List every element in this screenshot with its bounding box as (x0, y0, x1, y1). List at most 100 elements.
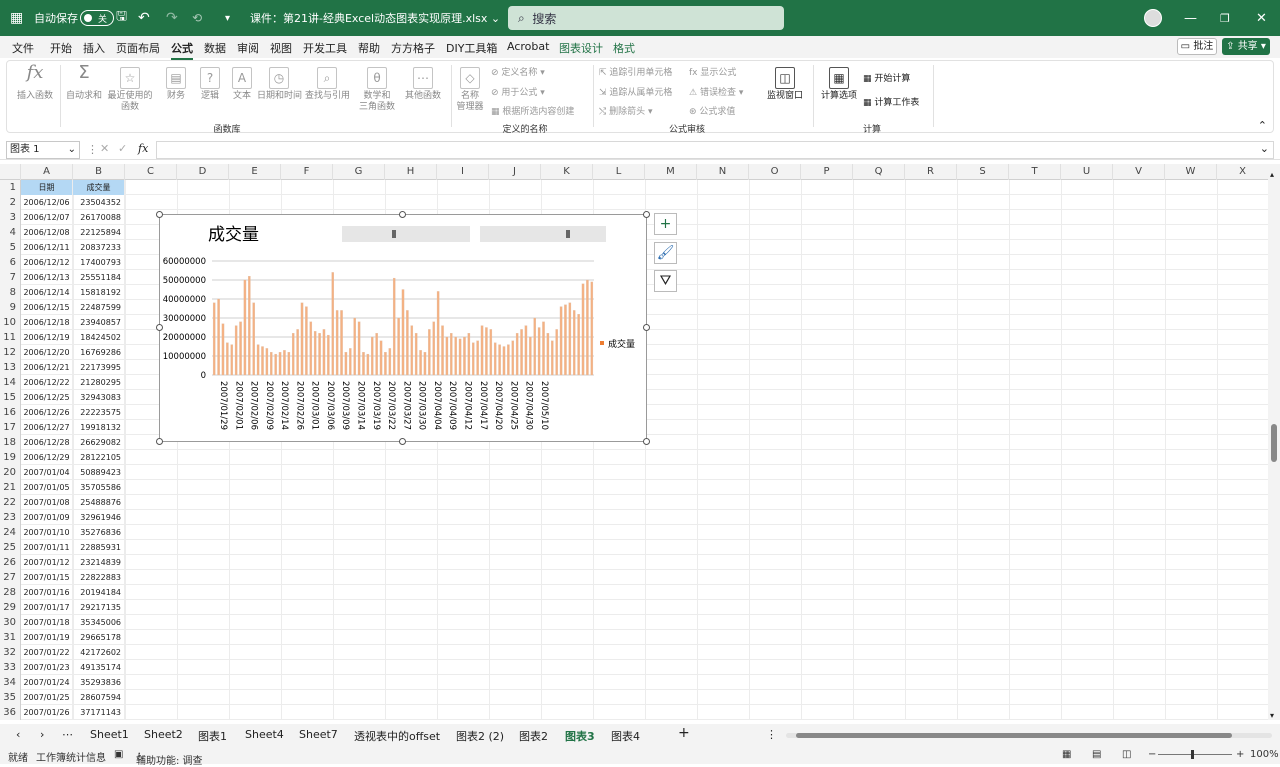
cell-date[interactable]: 2007/01/25 (21, 690, 73, 705)
cell-date[interactable]: 2007/01/19 (21, 630, 73, 645)
chart-bar[interactable] (423, 352, 427, 376)
column-header[interactable]: A (21, 164, 73, 180)
chart-bar[interactable] (454, 336, 457, 376)
chart-bar[interactable] (476, 340, 479, 376)
tab-view[interactable]: 视图 (270, 40, 292, 56)
tab-home[interactable]: 开始 (50, 40, 72, 56)
column-header[interactable]: U (1061, 164, 1113, 180)
row-header[interactable]: 23 (0, 510, 21, 525)
chart-bar[interactable] (212, 302, 216, 376)
cell-date[interactable]: 2006/12/15 (21, 300, 73, 315)
calc-options-button[interactable]: ▦ 计算选项 (817, 67, 861, 102)
chart-bar[interactable] (480, 325, 484, 376)
scroll-left-icon[interactable]: ‹ (16, 728, 20, 741)
column-header[interactable]: P (801, 164, 853, 180)
chart-bar[interactable] (287, 352, 291, 376)
row-header[interactable]: 12 (0, 345, 21, 360)
column-header[interactable]: J (489, 164, 541, 180)
zoom-slider[interactable] (1158, 754, 1232, 755)
text-button[interactable]: A 文本 (227, 67, 257, 102)
more-sheets-icon[interactable]: ⋯ (62, 728, 73, 741)
row-header[interactable]: 9 (0, 300, 21, 315)
chart-styles-button[interactable]: 🖌 (654, 242, 677, 264)
chart-bar[interactable] (226, 342, 229, 376)
chart-bar[interactable] (305, 306, 308, 376)
cell-date[interactable]: 2007/01/24 (21, 675, 73, 690)
tab-review[interactable]: 审阅 (237, 40, 259, 56)
cell-date[interactable]: 2007/01/05 (21, 480, 73, 495)
column-header[interactable]: F (281, 164, 333, 180)
row-header[interactable]: 16 (0, 405, 21, 420)
finance-button[interactable]: ▤ 财务 (161, 67, 191, 102)
cell-volume[interactable]: 18424502 (73, 330, 125, 345)
row-header[interactable]: 28 (0, 585, 21, 600)
tab-file[interactable]: 文件 (12, 40, 34, 56)
row-header[interactable]: 25 (0, 540, 21, 555)
row-header[interactable]: 27 (0, 570, 21, 585)
chart-bar[interactable] (300, 302, 304, 376)
lookup-button[interactable]: ⌕ 查找与引用 (305, 67, 350, 102)
cell-volume[interactable]: 29217135 (73, 600, 125, 615)
chart-bar[interactable] (410, 325, 414, 376)
cell-date[interactable]: 2006/12/12 (21, 255, 73, 270)
sheet-tab-chart3[interactable]: 图表3 (561, 728, 599, 748)
tab-data[interactable]: 数据 (204, 40, 226, 56)
cell-date[interactable]: 2006/12/27 (21, 420, 73, 435)
column-header[interactable]: D (177, 164, 229, 180)
cell-date[interactable]: 2007/01/09 (21, 510, 73, 525)
chart-bar[interactable] (542, 321, 545, 376)
name-manager-button[interactable]: ◇ 名称 管理器 (455, 67, 485, 113)
cell-date[interactable]: 2007/01/18 (21, 615, 73, 630)
cell-date[interactable]: 2007/01/26 (21, 705, 73, 720)
cell-volume[interactable]: 29665178 (73, 630, 125, 645)
cell-volume[interactable]: 19918132 (73, 420, 125, 435)
resize-handle-t[interactable] (399, 211, 406, 218)
chart-bar[interactable] (366, 353, 370, 376)
tabs-options-icon[interactable]: ⋮ (766, 728, 777, 741)
horizontal-scrollbar[interactable] (786, 733, 1272, 738)
row-header[interactable]: 17 (0, 420, 21, 435)
chart-bar[interactable] (335, 310, 339, 376)
chart-bar[interactable] (463, 336, 466, 376)
sheet-tab-pivot-offset[interactable]: 透视表中的offset (354, 728, 440, 744)
zoom-in-icon[interactable]: + (1236, 749, 1244, 760)
scroll-up-icon[interactable]: ▴ (1270, 170, 1274, 179)
chart-bar[interactable] (472, 342, 475, 376)
cell-date[interactable]: 2006/12/25 (21, 390, 73, 405)
chart-bar[interactable] (507, 344, 510, 376)
chart-bar[interactable] (327, 334, 330, 376)
watch-window-button[interactable]: ◫ 监视窗口 (765, 67, 805, 102)
cell-volume[interactable]: 32961946 (73, 510, 125, 525)
chart-bar[interactable] (349, 348, 352, 376)
column-header[interactable]: B (73, 164, 125, 180)
chart-bar[interactable] (243, 279, 247, 376)
enter-icon[interactable]: ✓ (118, 142, 127, 155)
row-header[interactable]: 24 (0, 525, 21, 540)
column-header[interactable]: E (229, 164, 281, 180)
datetime-button[interactable]: ◷ 日期和时间 (257, 67, 302, 102)
resize-handle-b[interactable] (399, 438, 406, 445)
cell-volume[interactable]: 35705586 (73, 480, 125, 495)
use-in-formula-button[interactable]: ⊘ 用于公式 ▾ (491, 85, 545, 98)
chart-bar[interactable] (318, 333, 321, 376)
save-icon[interactable]: 🖫 (116, 0, 127, 36)
cell-date[interactable]: 2006/12/13 (21, 270, 73, 285)
column-header[interactable]: H (385, 164, 437, 180)
cell-date[interactable]: 2006/12/11 (21, 240, 73, 255)
column-header[interactable]: X (1217, 164, 1268, 180)
horizontal-scroll-thumb[interactable] (796, 733, 1232, 738)
tab-format[interactable]: 格式 (613, 40, 635, 56)
name-box[interactable]: 图表 1 ⌄ (6, 141, 80, 159)
cell-volume[interactable]: 32943083 (73, 390, 125, 405)
chart-bar[interactable] (546, 333, 550, 376)
column-header[interactable]: Q (853, 164, 905, 180)
chart-bar[interactable] (489, 329, 493, 376)
error-check-button[interactable]: ⚠ 错误检查 ▾ (689, 85, 743, 98)
chart-bar[interactable] (568, 302, 572, 376)
cell-volume[interactable]: 22125894 (73, 225, 125, 240)
resize-handle-l[interactable] (156, 324, 163, 331)
cell-volume[interactable]: 22487599 (73, 300, 125, 315)
chart-bar[interactable] (401, 289, 405, 376)
cell-volume[interactable]: 20837233 (73, 240, 125, 255)
chart-bar[interactable] (529, 336, 532, 376)
